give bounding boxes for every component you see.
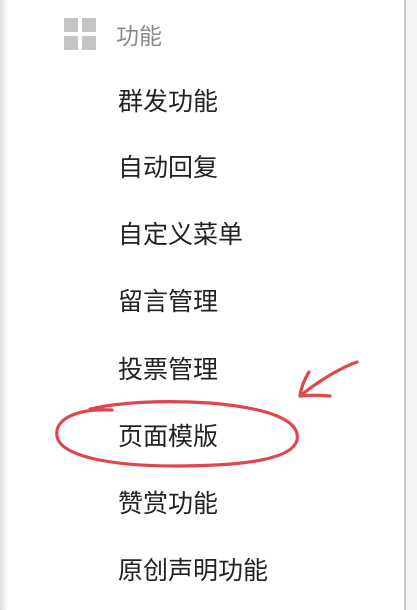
menu-item-vote-management[interactable]: 投票管理 bbox=[118, 350, 218, 390]
content-area-edge bbox=[406, 0, 417, 610]
menu-item-mass-send[interactable]: 群发功能 bbox=[118, 82, 218, 122]
menu-item-comment-management[interactable]: 留言管理 bbox=[118, 282, 218, 322]
section-title: 功能 bbox=[116, 24, 162, 50]
section-header-features: 功能 bbox=[64, 16, 162, 52]
menu-item-auto-reply[interactable]: 自动回复 bbox=[118, 148, 218, 188]
menu-item-original-declaration[interactable]: 原创声明功能 bbox=[118, 551, 268, 591]
sidebar-nav: 功能 群发功能 自动回复 自定义菜单 留言管理 投票管理 页面模版 赞赏功能 原… bbox=[0, 0, 406, 610]
menu-item-appreciation[interactable]: 赞赏功能 bbox=[118, 484, 218, 524]
menu-item-page-template[interactable]: 页面模版 bbox=[118, 417, 218, 457]
sidebar-left-edge bbox=[0, 0, 8, 610]
grid-icon bbox=[64, 18, 96, 50]
menu-item-custom-menu[interactable]: 自定义菜单 bbox=[118, 215, 243, 255]
